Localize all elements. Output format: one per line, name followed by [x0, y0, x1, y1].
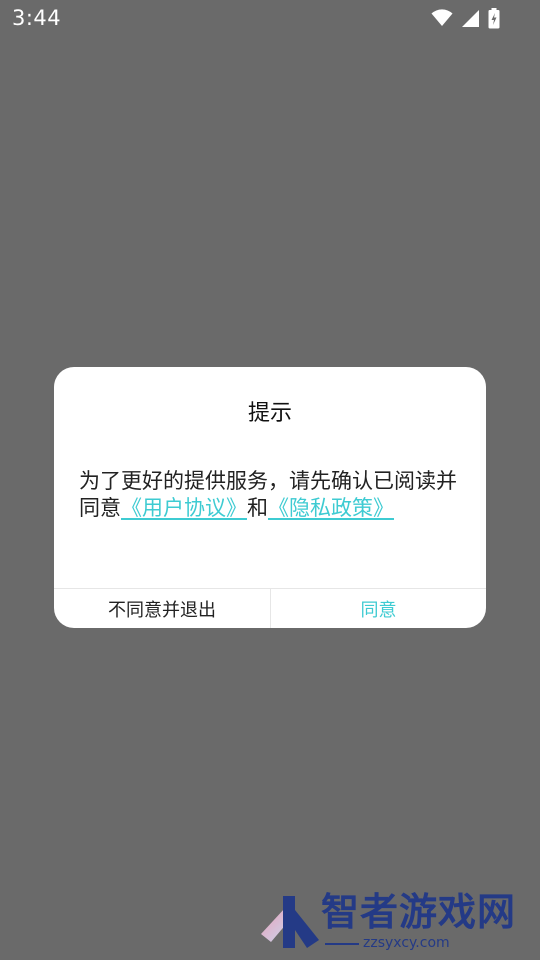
dialog-title: 提示: [247, 401, 292, 426]
privacy-consent-dialog: 提示 为了更好的提供服务，请先确认已阅读并同意《用户协议》和《隐私政策》 不同意…: [54, 367, 486, 628]
status-bar: 3:44: [0, 0, 540, 36]
watermark: 智者游戏网 zzsyxcy.com: [255, 888, 540, 960]
battery-charging-icon: [488, 7, 500, 29]
watermark-line: [325, 943, 359, 945]
agree-button[interactable]: 同意: [271, 589, 486, 628]
watermark-site-name: 智者游戏网: [321, 890, 517, 934]
watermark-url: zzsyxcy.com: [363, 935, 450, 951]
message-conjunction: 和: [247, 496, 268, 520]
privacy-policy-link[interactable]: 《隐私政策》: [268, 496, 394, 520]
status-icons: [431, 7, 500, 29]
disagree-exit-button[interactable]: 不同意并退出: [54, 589, 270, 628]
user-agreement-link[interactable]: 《用户协议》: [121, 496, 247, 520]
wifi-icon: [431, 9, 453, 27]
signal-icon: [461, 9, 480, 28]
status-time: 3:44: [12, 6, 62, 30]
site-logo-icon: [255, 892, 321, 960]
dialog-message: 为了更好的提供服务，请先确认已阅读并同意《用户协议》和《隐私政策》: [79, 468, 459, 522]
